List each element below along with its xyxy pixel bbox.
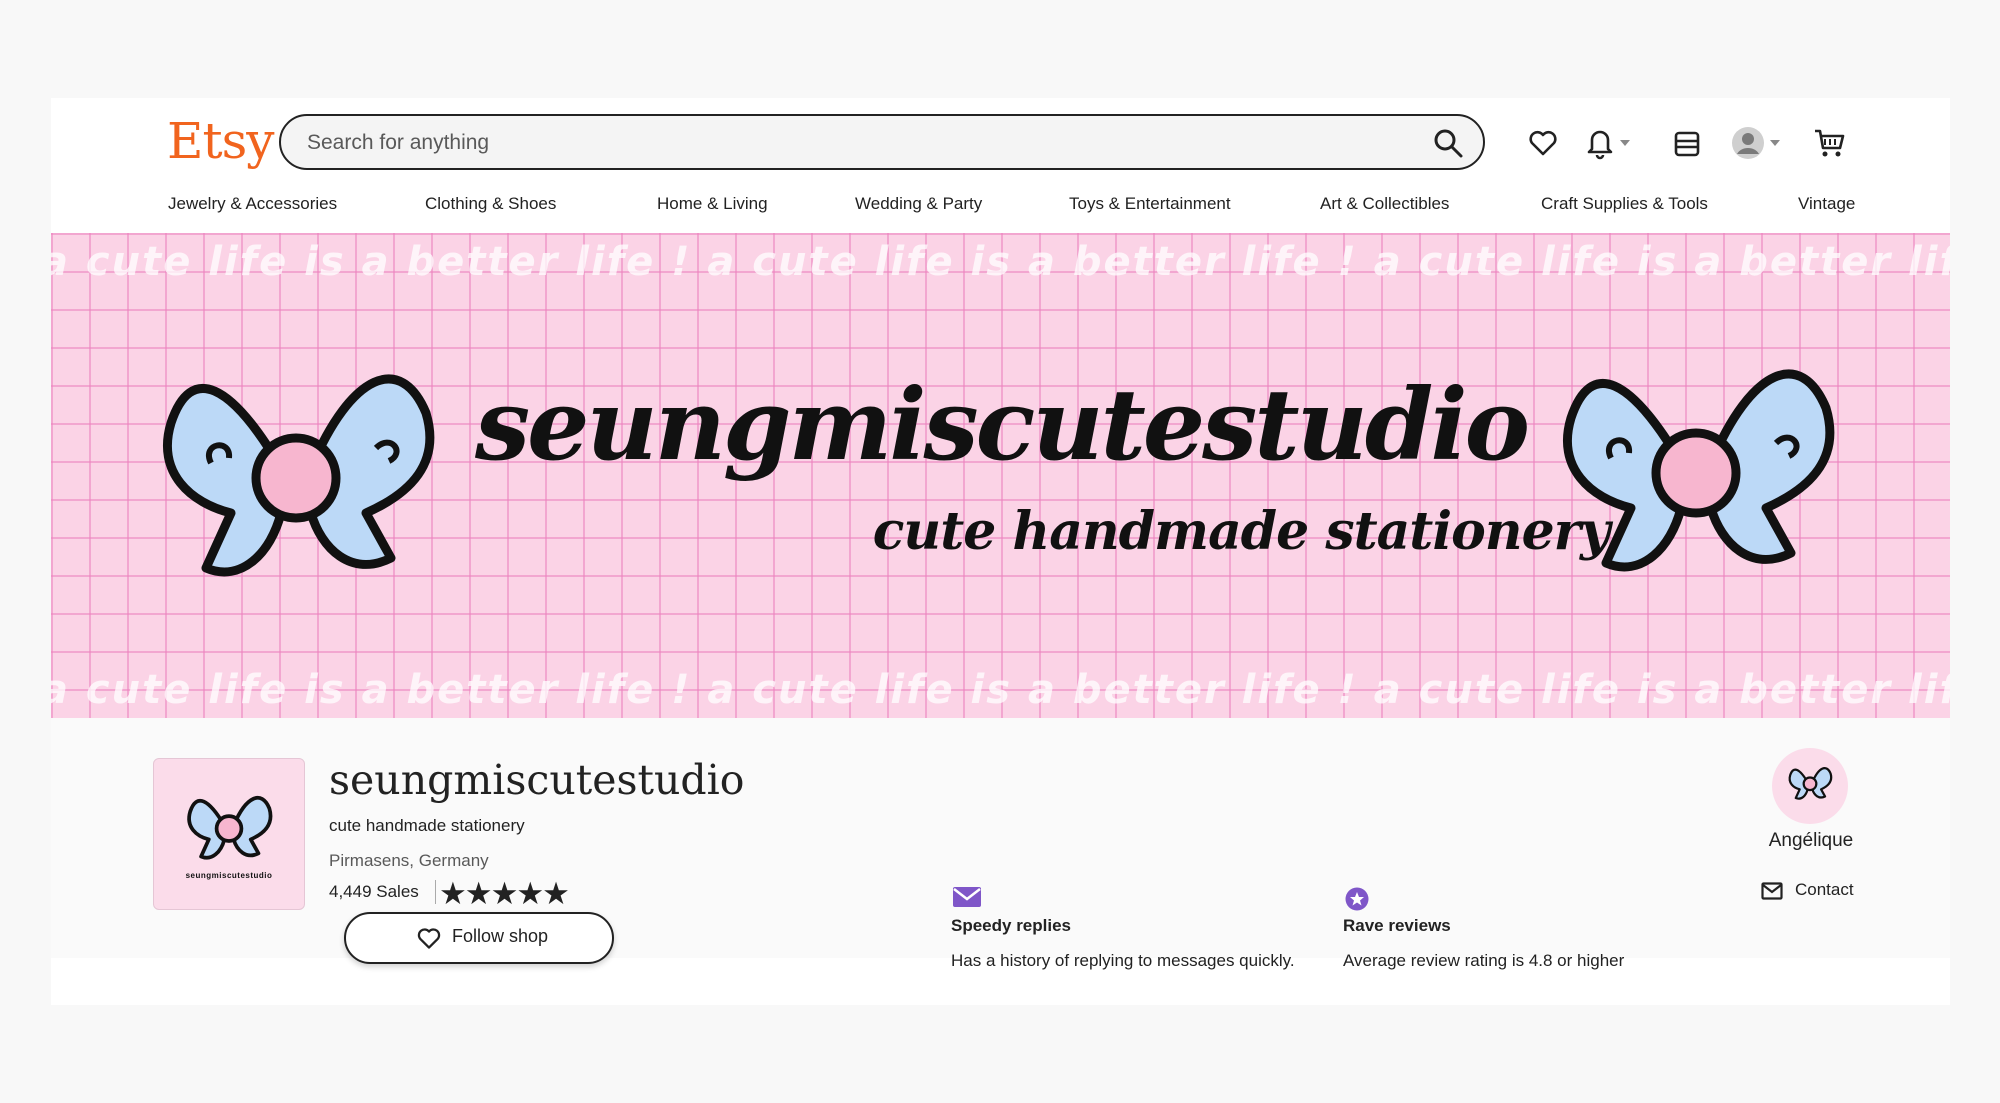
contact-label: Contact [1795,880,1854,899]
heart-icon[interactable] [1527,126,1559,160]
badge-title-rave: Rave reviews [1343,916,1451,935]
owner-name[interactable]: Angélique [1741,830,1881,852]
bow-logo-icon [1788,767,1833,800]
banner-strip-top: a cute life is a better life ! a cute li… [51,239,1950,285]
avatar-caption: seungmiscutestudio [185,871,273,880]
banner-subtitle: cute handmade stationery [872,501,1611,562]
cart-icon[interactable] [1813,126,1847,160]
follow-shop-label: Follow shop [452,926,549,946]
search-bar [279,114,1485,170]
star-badge-icon [1345,887,1369,911]
nav-item-toys[interactable]: Toys & Entertainment [1069,194,1231,214]
nav-item-vintage[interactable]: Vintage [1798,194,1855,214]
etsy-logo[interactable]: Etsy [167,112,274,170]
shop-page: Etsy Search for anything Jewelry & Acces… [51,98,1950,1005]
chevron-down-icon [1620,140,1630,146]
badge-desc-speedy: Has a history of replying to messages qu… [951,951,1295,970]
notifications-button[interactable] [1585,126,1633,160]
nav-item-jewelry[interactable]: Jewelry & Accessories [168,194,337,214]
shop-avatar[interactable]: seungmiscutestudio [153,758,305,910]
gift-icon[interactable] [1671,126,1703,160]
shop-sales-count[interactable]: 4,449 Sales [329,882,419,902]
banner-strip-bottom: a cute life is a better life ! a cute li… [51,667,1950,713]
bell-icon [1587,130,1613,160]
rating-stars[interactable]: ★★★★★ [439,876,570,912]
search-icon[interactable] [1431,126,1465,160]
divider [435,880,436,904]
envelope-icon [1761,882,1783,900]
site-header: Etsy Search for anything Jewelry & Acces… [51,98,1950,233]
nav-item-craft[interactable]: Craft Supplies & Tools [1541,194,1708,214]
bow-left-icon [162,374,435,577]
shop-banner: a cute life is a better life ! a cute li… [51,233,1950,718]
shop-name: seungmiscutestudio [329,756,745,804]
nav-item-art[interactable]: Art & Collectibles [1320,194,1449,214]
mail-badge-icon [953,887,981,907]
badge-title-speedy: Speedy replies [951,916,1072,935]
shop-location: Pirmasens, Germany [329,851,489,870]
bow-logo-icon [187,796,273,860]
nav-item-clothing[interactable]: Clothing & Shoes [425,194,556,214]
follow-shop-button[interactable]: Follow shop [344,912,614,964]
shop-info-section: seungmiscutestudio seungmiscutestudio cu… [51,718,1950,970]
heart-icon [417,928,441,949]
nav-item-home[interactable]: Home & Living [657,194,768,214]
chevron-down-icon [1770,140,1780,146]
badge-desc-rave: Average review rating is 4.8 or higher [1343,951,1625,970]
search-input[interactable] [305,125,1409,161]
owner-avatar[interactable] [1772,748,1848,824]
account-button[interactable] [1731,126,1783,160]
banner-title: seungmiscutestudio [475,368,1530,483]
user-avatar-icon [1732,127,1764,159]
shop-tagline: cute handmade stationery [329,816,525,835]
nav-item-wedding[interactable]: Wedding & Party [855,194,982,214]
category-nav: Jewelry & Accessories Clothing & Shoes H… [168,194,1855,218]
